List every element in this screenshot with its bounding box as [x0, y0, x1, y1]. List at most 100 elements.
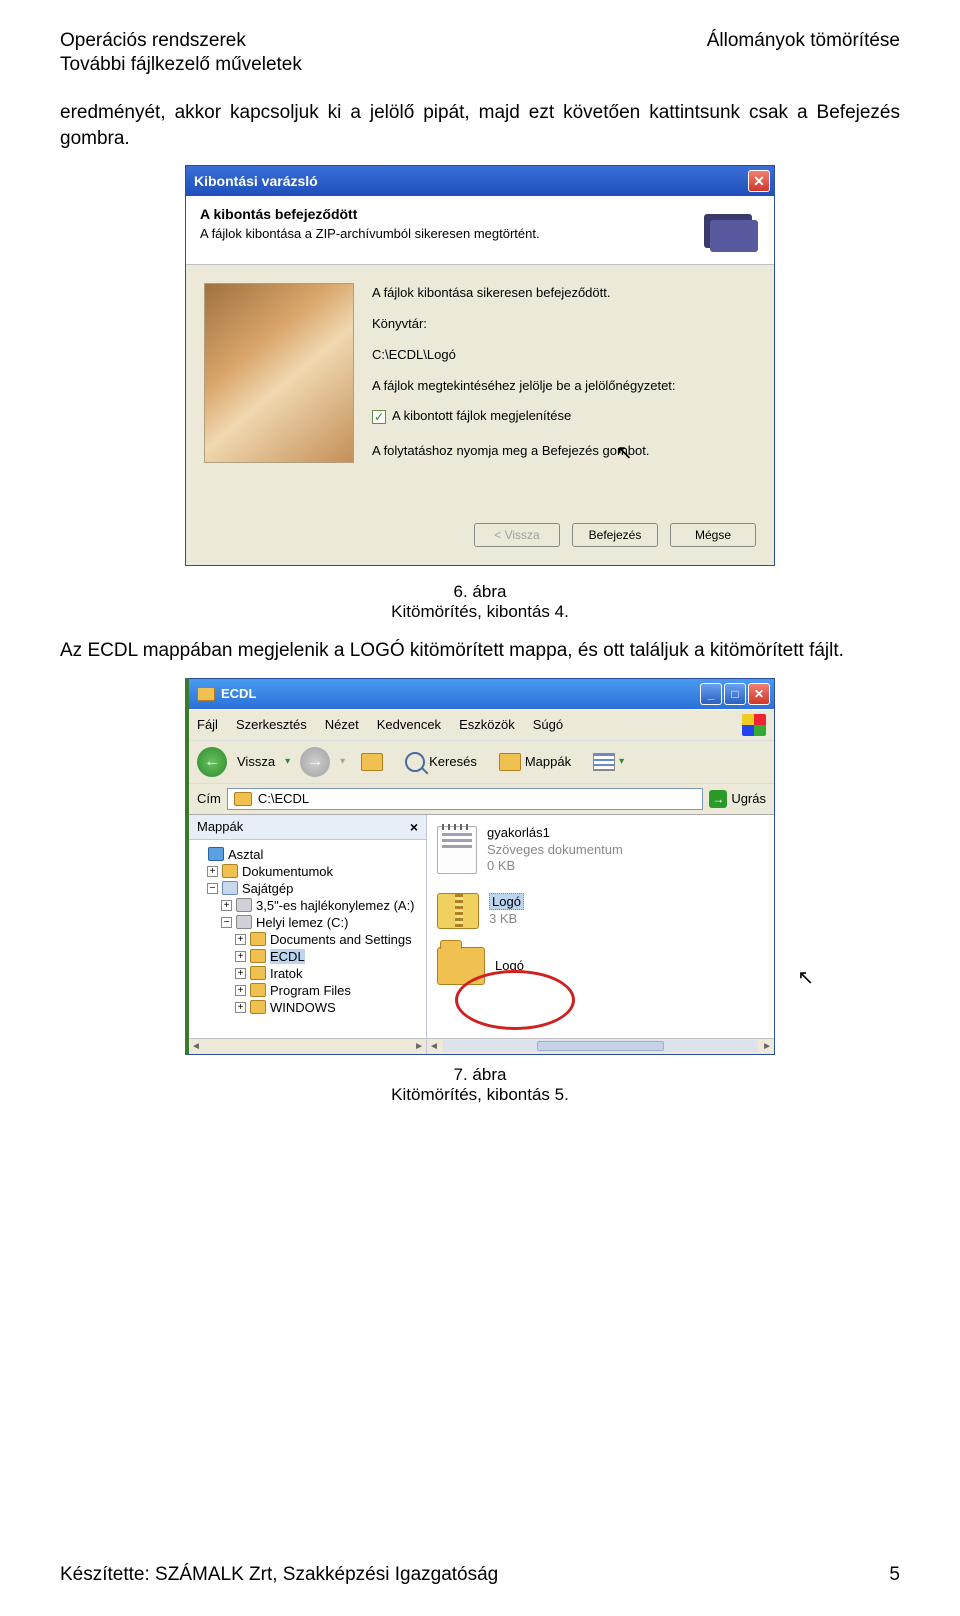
wizard-subheading: A fájlok kibontása a ZIP-archívumból sik… [200, 226, 704, 241]
tree-iratok[interactable]: Iratok [270, 966, 303, 981]
folders-button[interactable]: Mappák [493, 751, 577, 773]
header-sub: További fájlkezelő műveletek [60, 54, 900, 76]
zip-folder-icon [437, 893, 479, 929]
expand-icon[interactable]: + [235, 1002, 246, 1013]
address-input[interactable]: C:\ECDL [227, 788, 703, 810]
address-bar: Cím C:\ECDL → Ugrás [189, 783, 774, 814]
wizard-illustration [204, 283, 354, 463]
wizard-heading: A kibontás befejeződött [200, 206, 704, 222]
expand-icon[interactable]: + [235, 934, 246, 945]
folder-icon [250, 1000, 266, 1014]
drive-icon [236, 915, 252, 929]
figure6-title: Kitömörítés, kibontás 4. [60, 602, 900, 622]
expand-icon[interactable]: + [235, 985, 246, 996]
wizard-titlebar[interactable]: Kibontási varázsló ✕ [186, 166, 774, 196]
file-list: gyakorlás1 Szöveges dokumentum 0 KB Logó… [427, 815, 774, 1054]
tree-floppy[interactable]: 3,5"-es hajlékonylemez (A:) [256, 898, 415, 913]
folder-icon [250, 966, 266, 980]
search-icon [405, 752, 425, 772]
search-button[interactable]: Keresés [399, 750, 483, 774]
forward-button: → [300, 747, 330, 777]
sidebar-scrollbar[interactable]: ◄► [189, 1038, 426, 1054]
explorer-toolbar: ← Vissza ▾ → ▾ Keresés Mappák ▾ [189, 740, 774, 783]
file1-type: Szöveges dokumentum [487, 842, 623, 859]
wizard-path: C:\ECDL\Logó [372, 345, 756, 366]
folder-icon [197, 687, 215, 701]
cancel-button[interactable]: Mégse [670, 523, 756, 547]
back-button[interactable]: ← [197, 747, 227, 777]
header-left: Operációs rendszerek [60, 30, 246, 52]
tree-windows[interactable]: WINDOWS [270, 1000, 336, 1015]
list-item[interactable]: gyakorlás1 Szöveges dokumentum 0 KB [437, 825, 764, 876]
desktop-icon [208, 847, 224, 861]
finish-button[interactable]: Befejezés [572, 523, 658, 547]
folder-tree[interactable]: Asztal + Dokumentumok − Sajátgép +3,5"-es … [189, 840, 426, 1038]
menu-file[interactable]: Fájl [197, 717, 218, 732]
collapse-icon[interactable]: − [221, 917, 232, 928]
file1-name: gyakorlás1 [487, 825, 623, 842]
search-label: Keresés [429, 754, 477, 769]
tree-documents[interactable]: Dokumentumok [242, 864, 333, 879]
close-icon[interactable]: ✕ [748, 683, 770, 705]
views-button[interactable]: ▾ [587, 751, 630, 773]
file2-name: Logó [489, 893, 524, 910]
go-arrow-icon: → [709, 790, 727, 808]
wizard-header-panel: A kibontás befejeződött A fájlok kibontá… [186, 196, 774, 265]
show-files-label: A kibontott fájlok megjelenítése [392, 406, 571, 427]
close-icon[interactable]: ✕ [748, 170, 770, 192]
file2-size: 3 KB [489, 911, 524, 928]
forward-dropdown-icon: ▾ [340, 756, 345, 767]
wizard-button-row: < Vissza Befejezés Mégse [186, 523, 774, 565]
tree-das[interactable]: Documents and Settings [270, 932, 412, 947]
address-label: Cím [197, 791, 221, 806]
footer-left: Készítette: SZÁMALK Zrt, Szakképzési Iga… [60, 1564, 498, 1586]
footer-page-number: 5 [889, 1564, 900, 1586]
file1-size: 0 KB [487, 858, 623, 875]
menu-view[interactable]: Nézet [325, 717, 359, 732]
expand-icon[interactable]: + [235, 951, 246, 962]
minimize-icon[interactable]: _ [700, 683, 722, 705]
up-button[interactable] [355, 751, 389, 773]
wizard-line-success: A fájlok kibontása sikeresen befejeződöt… [372, 283, 756, 304]
sidebar-close-icon[interactable]: × [410, 819, 418, 835]
content-scrollbar[interactable]: ◄► [427, 1038, 774, 1054]
tree-ecdl[interactable]: ECDL [270, 949, 305, 964]
extraction-wizard-dialog: Kibontási varázsló ✕ A kibontás befejező… [185, 165, 775, 566]
menu-tools[interactable]: Eszközök [459, 717, 515, 732]
highlight-ellipse [455, 970, 575, 1030]
folder-icon [250, 932, 266, 946]
back-dropdown-icon[interactable]: ▾ [285, 756, 290, 767]
maximize-icon[interactable]: □ [724, 683, 746, 705]
paragraph-1: eredményét, akkor kapcsoljuk ki a jelölő… [60, 100, 900, 151]
explorer-titlebar[interactable]: ECDL _ □ ✕ [189, 679, 774, 709]
tree-desktop[interactable]: Asztal [228, 847, 263, 862]
list-item[interactable]: Logó 3 KB [437, 893, 764, 929]
collapse-icon[interactable]: − [207, 883, 218, 894]
wizard-line-dirlabel: Könyvtár: [372, 314, 756, 335]
menu-help[interactable]: Súgó [533, 717, 563, 732]
explorer-window: ECDL _ □ ✕ Fájl Szerkesztés Nézet Kedven… [185, 678, 775, 1055]
views-icon [593, 753, 615, 771]
wizard-body: A fájlok kibontása sikeresen befejeződöt… [186, 265, 774, 498]
text-document-icon [437, 826, 477, 874]
expand-icon[interactable]: + [207, 866, 218, 877]
go-button[interactable]: → Ugrás [709, 790, 766, 808]
tree-mycomputer[interactable]: Sajátgép [242, 881, 293, 896]
views-dropdown-icon: ▾ [619, 756, 624, 767]
tree-localdisk[interactable]: Helyi lemez (C:) [256, 915, 348, 930]
figure7-title: Kitömörítés, kibontás 5. [60, 1085, 900, 1105]
sidebar-title: Mappák [197, 819, 243, 834]
windows-logo-icon [742, 714, 766, 736]
cursor-icon: ↖ [797, 965, 814, 990]
menu-edit[interactable]: Szerkesztés [236, 717, 307, 732]
back-button: < Vissza [474, 523, 560, 547]
menu-favorites[interactable]: Kedvencek [377, 717, 441, 732]
tree-programfiles[interactable]: Program Files [270, 983, 351, 998]
show-files-checkbox[interactable]: ✓ [372, 410, 386, 424]
expand-icon[interactable]: + [221, 900, 232, 911]
expand-icon[interactable]: + [235, 968, 246, 979]
address-value: C:\ECDL [258, 791, 309, 806]
back-label[interactable]: Vissza [237, 754, 275, 769]
explorer-body: Mappák × Asztal + Dokumentumok − Sajátgép … [189, 814, 774, 1054]
folders-icon [704, 206, 760, 252]
